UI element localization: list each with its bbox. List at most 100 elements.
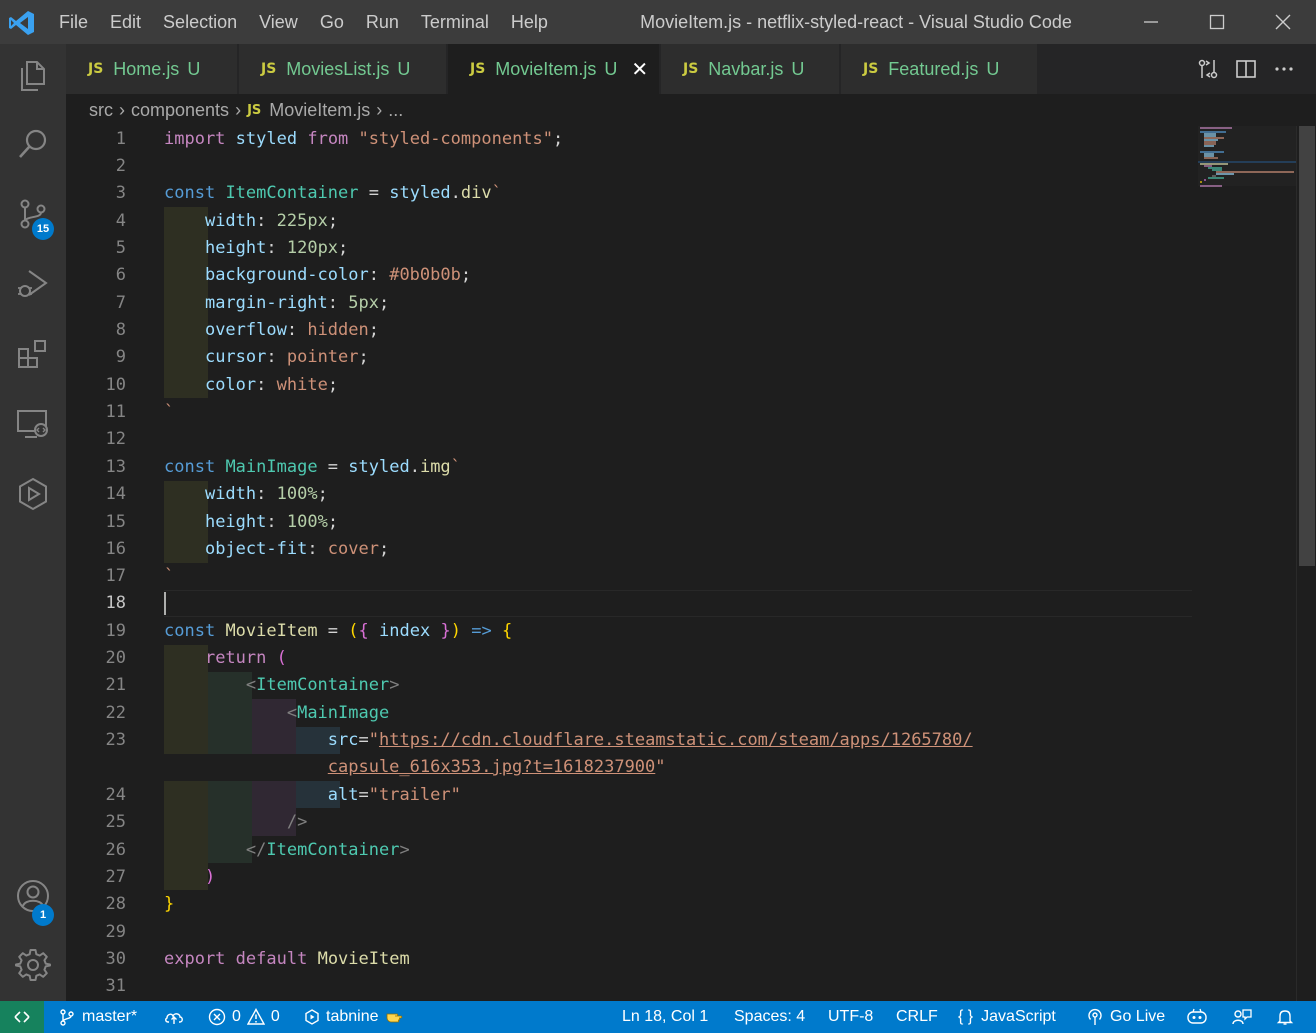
code-line: export default MovieItem [164,949,410,969]
line-number: 1 [115,129,126,149]
breadcrumb-components[interactable]: components [131,100,229,121]
go-live-button[interactable]: Go Live [1086,1001,1165,1033]
broadcast-icon [1088,1008,1102,1025]
tabnine-label: tabnine [326,1008,379,1025]
tab-home-js[interactable]: JS Home.js U [66,44,238,94]
problems-status[interactable]: 0 0 [208,1001,280,1033]
cursor-position[interactable]: Ln 18, Col 1 [622,1001,708,1033]
remote-indicator[interactable] [0,1001,44,1033]
explorer-button[interactable] [0,44,66,108]
code-line: ) [204,867,216,887]
menu-go[interactable]: Go [309,0,355,44]
code-editor[interactable]: 1 2 3 4 5 6 7 8 9 10 11 12 13 14 15 16 17 18 19 20 21 22 23 24 2… [66,126,1296,1001]
tabnine-hub-button[interactable] [0,462,66,526]
js-file-icon: JS [863,61,879,77]
menu-edit[interactable]: Edit [99,0,152,44]
untracked-status: U [791,58,805,79]
current-line-highlight [164,590,1192,617]
source-control-badge: 15 [32,218,54,240]
line-number: 6 [115,265,126,285]
line-number: 29 [105,922,126,942]
line-number: 16 [105,539,126,559]
close-icon [1275,14,1291,30]
line-number: 9 [115,347,126,367]
scrollbar-thumb[interactable] [1299,126,1315,566]
line-number: 4 [115,211,126,231]
code-line: height: 100%; [204,512,339,532]
menu-selection[interactable]: Selection [152,0,248,44]
code-line: src="https://cdn.cloudflare.steamstatic.… [327,730,973,750]
tab-featured-js[interactable]: JS Featured.js U [841,44,1038,94]
tab-movieslist-js[interactable]: JS MoviesList.js U [239,44,447,94]
encoding-status[interactable]: UTF-8 [828,1001,873,1033]
close-tab-icon[interactable]: ✕ [631,57,648,82]
search-icon [19,129,47,158]
line-number: 31 [105,976,126,996]
code-area[interactable]: import styled from "styled-components"; … [164,126,1194,1001]
untracked-status: U [187,58,201,79]
feedback-icon [1232,1009,1252,1025]
tab-label: Featured.js [888,58,979,79]
untracked-status: U [986,58,1000,79]
code-line: color: white; [204,375,339,395]
code-line: margin-right: 5px; [204,293,390,313]
language-mode[interactable]: { } JavaScript [958,1001,1056,1033]
source-control-button[interactable]: 15 [0,182,66,246]
indentation-status[interactable]: Spaces: 4 [734,1001,805,1033]
title-bar: File Edit Selection View Go Run Terminal… [0,0,1316,44]
tabnine-status[interactable]: tabnine [304,1001,413,1033]
menu-terminal[interactable]: Terminal [410,0,500,44]
tab-navbar-js[interactable]: JS Navbar.js U [661,44,840,94]
run-debug-icon [18,270,48,297]
menu-help[interactable]: Help [500,0,559,44]
vertical-scrollbar[interactable] [1296,126,1316,1001]
feedback-button[interactable] [1232,1001,1258,1033]
breadcrumb-src[interactable]: src [89,100,113,121]
breadcrumb-file[interactable]: MovieItem.js [269,100,370,121]
line-number: 10 [105,375,126,395]
branch-status[interactable]: master* [58,1001,137,1033]
search-button[interactable] [0,112,66,176]
close-window-button[interactable] [1250,0,1316,44]
line-number: 19 [105,621,126,641]
minimize-button[interactable] [1118,0,1184,44]
run-debug-button[interactable] [0,252,66,316]
code-line: const MainImage = styled.img` [164,457,461,477]
line-number: 24 [105,785,126,805]
menu-file[interactable]: File [48,0,99,44]
more-actions-button[interactable] [1272,57,1296,81]
chevron-right-icon: › [376,99,383,120]
code-line: const MovieItem = ({ index }) => { [164,621,513,641]
line-number: 14 [105,484,126,504]
eol-status[interactable]: CRLF [896,1001,938,1033]
remote-explorer-button[interactable] [0,392,66,456]
split-editor-button[interactable] [1234,57,1258,81]
code-line: } [164,894,175,914]
notifications-button[interactable] [1276,1001,1300,1033]
code-line: height: 120px; [204,238,349,258]
maximize-button[interactable] [1184,0,1250,44]
code-line: </ItemContainer> [245,840,410,860]
tab-movieitem-js[interactable]: JS MovieItem.js U ✕ [448,44,660,94]
line-number: 2 [115,156,126,176]
code-line: <MainImage [286,703,390,723]
extensions-button[interactable] [0,322,66,386]
open-changes-button[interactable] [1196,57,1220,81]
menu-view[interactable]: View [248,0,309,44]
sync-button[interactable] [164,1001,190,1033]
bell-icon [1276,1010,1294,1025]
manage-button[interactable] [0,933,66,997]
line-number: 5 [115,238,126,258]
line-number: 26 [105,840,126,860]
breadcrumb-more[interactable]: ... [388,100,403,121]
code-line: alt="trailer" [327,785,461,805]
accounts-button[interactable]: 1 [0,864,66,928]
code-line: /> [286,812,308,832]
live-share-button[interactable] [1186,1001,1214,1033]
js-file-icon: JS [470,61,486,77]
line-number-gutter: 1 2 3 4 5 6 7 8 9 10 11 12 13 14 15 16 17 18 19 20 21 22 23 24 2… [66,126,136,1001]
minimap[interactable] [1198,126,1296,326]
menu-run[interactable]: Run [355,0,410,44]
error-icon [208,1008,226,1026]
remote-explorer-icon [17,410,48,438]
